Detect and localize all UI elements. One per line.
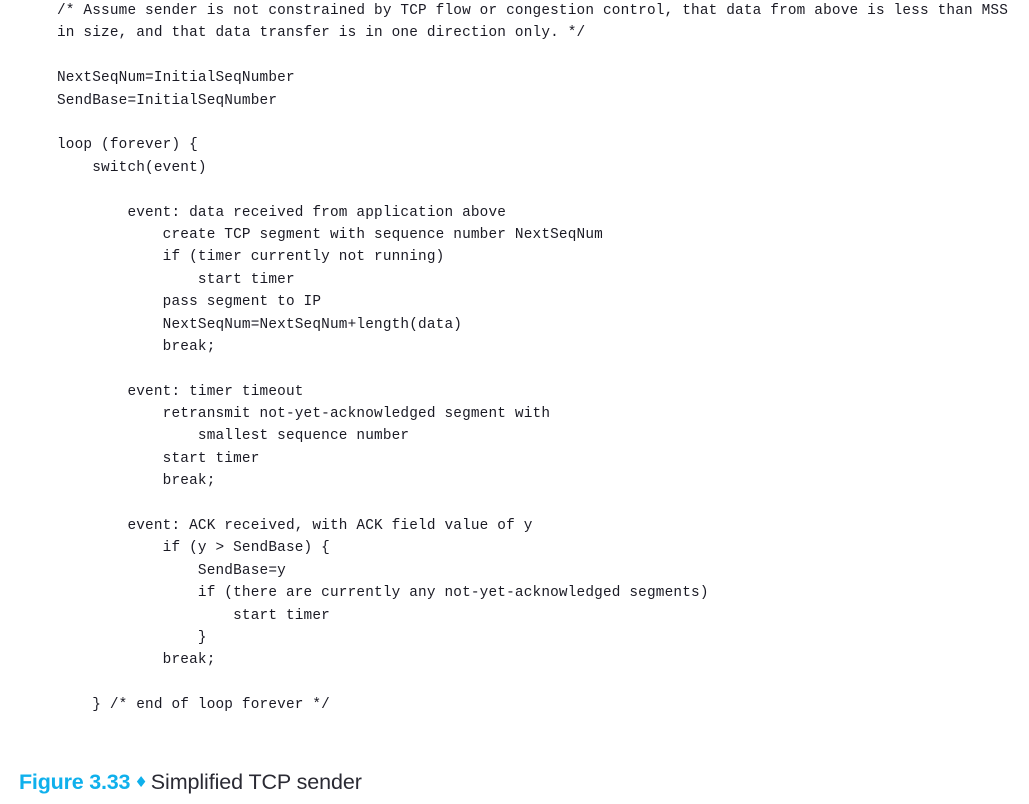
code-line: event: timer timeout: [57, 383, 304, 400]
code-line: break;: [57, 473, 216, 490]
code-line-blank: [57, 179, 1029, 201]
code-line: break;: [57, 338, 216, 355]
code-line-blank: [57, 45, 1029, 67]
code-line: if (y > SendBase) {: [57, 540, 330, 557]
code-line: if (there are currently any not-yet-ackn…: [57, 585, 709, 602]
code-line: break;: [57, 652, 216, 669]
code-line: start timer: [57, 450, 260, 467]
code-line: retransmit not-yet-acknowledged segment …: [57, 406, 551, 423]
code-listing: /* Assume sender is not constrained by T…: [57, 0, 1029, 717]
figure-caption: Figure 3.33 ♦ Simplified TCP sender: [19, 770, 362, 795]
figure-page: /* Assume sender is not constrained by T…: [0, 0, 1029, 804]
code-line: NextSeqNum=InitialSeqNumber: [57, 70, 295, 87]
code-line: /* Assume sender is not constrained by T…: [57, 3, 1017, 42]
code-line: } /* end of loop forever */: [57, 697, 330, 714]
code-line: pass segment to IP: [57, 294, 322, 311]
diamond-icon: ♦: [134, 773, 148, 791]
code-line: start timer: [57, 607, 330, 624]
code-line: SendBase=InitialSeqNumber: [57, 92, 278, 109]
code-line: event: data received from application ab…: [57, 204, 507, 221]
figure-number-label: Figure 3.33: [19, 770, 131, 794]
code-line: if (timer currently not running): [57, 249, 445, 266]
code-line-blank: [57, 112, 1029, 134]
code-line: start timer: [57, 271, 295, 288]
code-line: SendBase=y: [57, 562, 286, 579]
code-line: NextSeqNum=NextSeqNum+length(data): [57, 316, 463, 333]
code-line: }: [57, 629, 207, 646]
code-line-blank: [57, 358, 1029, 380]
code-line-blank: [57, 672, 1029, 694]
code-line: switch(event): [57, 159, 207, 176]
code-line: smallest sequence number: [57, 428, 410, 445]
code-line: create TCP segment with sequence number …: [57, 226, 603, 243]
code-line: event: ACK received, with ACK field valu…: [57, 518, 533, 535]
code-line-blank: [57, 493, 1029, 515]
figure-caption-text: Simplified TCP sender: [150, 770, 362, 794]
code-line: loop (forever) {: [57, 137, 198, 154]
